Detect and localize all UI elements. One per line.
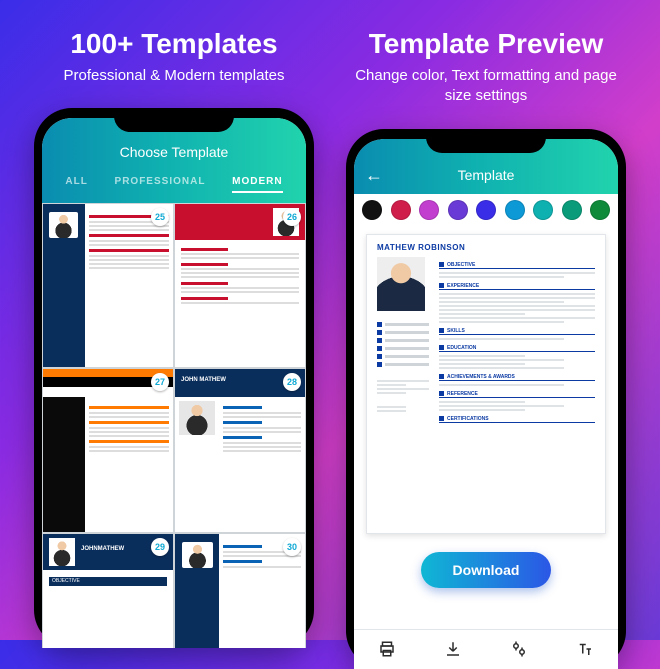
color-swatch[interactable]: [391, 200, 411, 220]
screen-title: Template: [362, 167, 610, 183]
gear-icon: [510, 640, 528, 658]
download-toolbar-button[interactable]: [437, 633, 469, 665]
template-card[interactable]: 30: [174, 533, 306, 648]
resume-contact-column: [377, 319, 429, 414]
template-card[interactable]: 26: [174, 203, 306, 368]
template-tabs: ALL PROFESSIONAL MODERN: [42, 172, 306, 203]
resume-preview[interactable]: MATHEW ROBINSON OBJECTIVE EXPERIENCE: [366, 234, 606, 534]
resume-preview-wrap: MATHEW ROBINSON OBJECTIVE EXPERIENCE: [354, 226, 618, 588]
phone-frame: ← Template MATHEW ROBINSON: [346, 129, 626, 669]
print-icon: [378, 640, 396, 658]
download-button[interactable]: Download: [421, 552, 551, 588]
template-number-badge: 27: [151, 373, 169, 391]
color-swatch[interactable]: [562, 200, 582, 220]
headline: Template Preview: [369, 28, 603, 60]
phone-frame: Choose Template ALL PROFESSIONAL MODERN …: [34, 108, 314, 648]
tab-all[interactable]: ALL: [65, 176, 87, 193]
text-format-button[interactable]: [569, 633, 601, 665]
tab-modern[interactable]: MODERN: [232, 176, 282, 193]
subhead: Change color, Text formatting and page s…: [346, 66, 626, 107]
resume-main-column: OBJECTIVE EXPERIENCE SKILLS EDUCATION AC…: [439, 257, 595, 426]
bottom-toolbar: [354, 629, 618, 669]
screen-template-preview: ← Template MATHEW ROBINSON: [354, 139, 618, 669]
color-swatch[interactable]: [448, 200, 468, 220]
panel-preview: Template Preview Change color, Text form…: [330, 0, 660, 669]
resume-photo: [377, 257, 425, 311]
template-card[interactable]: 25: [42, 203, 174, 368]
headline: 100+ Templates: [70, 28, 277, 60]
color-swatch[interactable]: [362, 200, 382, 220]
color-swatch[interactable]: [419, 200, 439, 220]
template-card[interactable]: 28 JOHN MATHEW: [174, 368, 306, 533]
download-icon: [444, 640, 462, 658]
panel-templates: 100+ Templates Professional & Modern tem…: [0, 0, 330, 648]
color-swatch[interactable]: [533, 200, 553, 220]
template-card[interactable]: 29 JOHNMATHEW OBJECTIVE: [42, 533, 174, 648]
phone-notch: [114, 108, 234, 132]
phone-notch: [426, 129, 546, 153]
print-button[interactable]: [371, 633, 403, 665]
screen-choose-template: Choose Template ALL PROFESSIONAL MODERN …: [42, 118, 306, 648]
template-card[interactable]: 27: [42, 368, 174, 533]
settings-button[interactable]: [503, 633, 535, 665]
color-swatch[interactable]: [505, 200, 525, 220]
color-swatch[interactable]: [590, 200, 610, 220]
resume-name: MATHEW ROBINSON: [377, 243, 465, 252]
color-swatch[interactable]: [476, 200, 496, 220]
color-swatches: [354, 194, 618, 226]
tab-professional[interactable]: PROFESSIONAL: [115, 176, 206, 193]
subhead: Professional & Modern templates: [64, 66, 285, 86]
template-grid: 25 26 27 28 JOHN MATHEW: [42, 203, 306, 648]
text-format-icon: [576, 640, 594, 658]
